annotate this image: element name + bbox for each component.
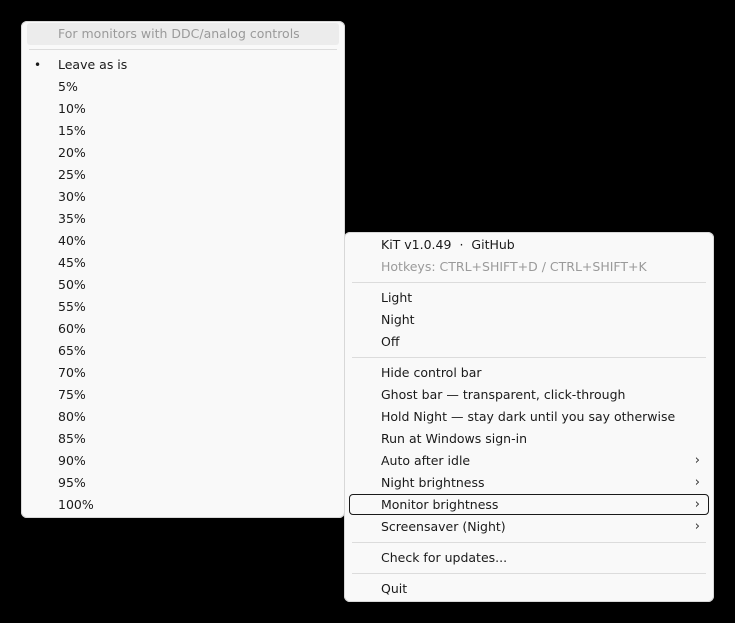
dot-separator: · <box>459 237 464 252</box>
chevron-right-icon: › <box>694 497 700 512</box>
monitor-brightness-item[interactable]: Monitor brightness › <box>344 494 714 516</box>
brightness-option-label: 15% <box>58 123 86 138</box>
brightness-option[interactable]: 80% <box>21 406 345 428</box>
brightness-option[interactable]: 60% <box>21 318 345 340</box>
check-updates-item[interactable]: Check for updates... <box>344 547 714 569</box>
separator-3 <box>352 542 706 543</box>
hotkeys-info: Hotkeys: CTRL+SHIFT+D / CTRL+SHIFT+K <box>344 256 714 278</box>
brightness-option[interactable]: 15% <box>21 120 345 142</box>
mode-light-label: Light <box>381 290 413 305</box>
brightness-option[interactable]: 50% <box>21 274 345 296</box>
separator-4 <box>352 573 706 574</box>
ghost-bar-label: Ghost bar — transparent, click-through <box>381 387 626 402</box>
brightness-option[interactable]: 85% <box>21 428 345 450</box>
brightness-option-label: 55% <box>58 299 86 314</box>
hold-night-label: Hold Night — stay dark until you say oth… <box>381 409 676 424</box>
submenu-header: For monitors with DDC/analog controls <box>21 23 345 45</box>
brightness-option[interactable]: 25% <box>21 164 345 186</box>
brightness-option[interactable]: 90% <box>21 450 345 472</box>
selected-bullet-icon: • <box>34 58 42 72</box>
brightness-option-label: 25% <box>58 167 86 182</box>
night-brightness-label: Night brightness <box>381 475 485 490</box>
hide-control-bar-item[interactable]: Hide control bar <box>344 362 714 384</box>
brightness-option[interactable]: 30% <box>21 186 345 208</box>
brightness-option-leave[interactable]: • Leave as is <box>21 54 345 76</box>
version-github-row: KiT v1.0.49 · GitHub <box>381 234 515 256</box>
brightness-option-label: 60% <box>58 321 86 336</box>
brightness-option[interactable]: 35% <box>21 208 345 230</box>
brightness-option-label: Leave as is <box>58 57 128 72</box>
brightness-option-label: 65% <box>58 343 86 358</box>
mode-light[interactable]: Light <box>344 287 714 309</box>
brightness-option-label: 75% <box>58 387 86 402</box>
quit-label: Quit <box>381 581 408 596</box>
separator-2 <box>352 357 706 358</box>
brightness-option[interactable]: 70% <box>21 362 345 384</box>
hide-control-bar-label: Hide control bar <box>381 365 482 380</box>
brightness-option[interactable]: 5% <box>21 76 345 98</box>
submenu-header-label: For monitors with DDC/analog controls <box>58 26 300 41</box>
brightness-option[interactable]: 55% <box>21 296 345 318</box>
brightness-option-label: 80% <box>58 409 86 424</box>
hold-night-item[interactable]: Hold Night — stay dark until you say oth… <box>344 406 714 428</box>
auto-after-idle-label: Auto after idle <box>381 453 471 468</box>
brightness-option[interactable]: 65% <box>21 340 345 362</box>
screensaver-label: Screensaver (Night) <box>381 519 506 534</box>
screensaver-item[interactable]: Screensaver (Night) › <box>344 516 714 538</box>
ghost-bar-item[interactable]: Ghost bar — transparent, click-through <box>344 384 714 406</box>
brightness-option[interactable]: 95% <box>21 472 345 494</box>
brightness-option-label: 10% <box>58 101 86 116</box>
brightness-option[interactable]: 20% <box>21 142 345 164</box>
brightness-option[interactable]: 40% <box>21 230 345 252</box>
mode-night[interactable]: Night <box>344 309 714 331</box>
brightness-option-label: 30% <box>58 189 86 204</box>
hotkeys-label: Hotkeys: CTRL+SHIFT+D / CTRL+SHIFT+K <box>381 259 647 274</box>
auto-after-idle-item[interactable]: Auto after idle › <box>344 450 714 472</box>
version-github-item[interactable]: KiT v1.0.49 · GitHub <box>344 234 714 256</box>
monitor-brightness-label: Monitor brightness <box>381 497 499 512</box>
quit-item[interactable]: Quit <box>344 578 714 600</box>
check-updates-label: Check for updates... <box>381 550 508 565</box>
chevron-right-icon: › <box>694 519 700 534</box>
brightness-option-label: 20% <box>58 145 86 160</box>
brightness-option-label: 85% <box>58 431 86 446</box>
brightness-option-label: 95% <box>58 475 86 490</box>
version-label: KiT v1.0.49 <box>381 237 452 252</box>
mode-off[interactable]: Off <box>344 331 714 353</box>
brightness-option[interactable]: 45% <box>21 252 345 274</box>
mode-off-label: Off <box>381 334 400 349</box>
submenu-separator <box>29 49 337 50</box>
brightness-option-label: 5% <box>58 79 78 94</box>
brightness-option[interactable]: 75% <box>21 384 345 406</box>
brightness-option-label: 40% <box>58 233 86 248</box>
brightness-option-label: 90% <box>58 453 86 468</box>
brightness-option-label: 50% <box>58 277 86 292</box>
brightness-option-label: 100% <box>58 497 94 512</box>
brightness-option[interactable]: 10% <box>21 98 345 120</box>
run-at-signin-item[interactable]: Run at Windows sign-in <box>344 428 714 450</box>
brightness-option-label: 45% <box>58 255 86 270</box>
separator-1 <box>352 282 706 283</box>
night-brightness-item[interactable]: Night brightness › <box>344 472 714 494</box>
tray-context-menu: KiT v1.0.49 · GitHub Hotkeys: CTRL+SHIFT+D… <box>344 232 714 602</box>
brightness-option-label: 70% <box>58 365 86 380</box>
run-at-signin-label: Run at Windows sign-in <box>381 431 527 446</box>
brightness-option-label: 35% <box>58 211 86 226</box>
mode-night-label: Night <box>381 312 415 327</box>
brightness-option[interactable]: 100% <box>21 494 345 516</box>
chevron-right-icon: › <box>694 453 700 468</box>
chevron-right-icon: › <box>694 475 700 490</box>
github-link[interactable]: GitHub <box>471 237 514 252</box>
monitor-brightness-submenu: For monitors with DDC/analog controls • L… <box>21 21 345 518</box>
